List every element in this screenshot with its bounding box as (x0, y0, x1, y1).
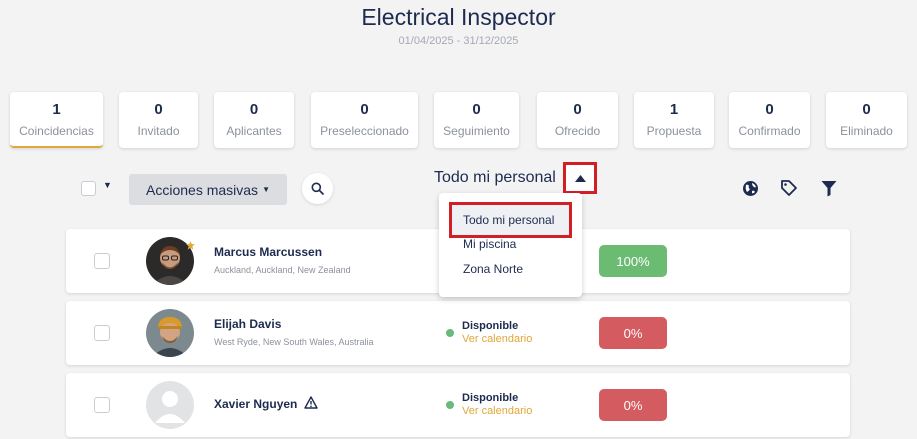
stage-count: 1 (669, 101, 679, 118)
filter-button[interactable] (819, 178, 839, 198)
filter-icon (821, 180, 837, 196)
stage-label: Confirmado (738, 124, 801, 138)
stage-label: Ofrecido (554, 124, 601, 138)
candidate-card[interactable]: Xavier Nguyen Disponible Ver calendario … (66, 373, 850, 437)
stage-label: Coincidencias (19, 124, 94, 138)
search-icon (311, 182, 324, 195)
stage-count: 0 (249, 101, 259, 118)
stage-label: Invitado (137, 124, 180, 138)
globe-button[interactable] (740, 178, 760, 198)
stage-count: 0 (360, 101, 369, 118)
match-score-badge: 100% (599, 245, 667, 277)
stage-tab-propuesta[interactable]: 1 Propuesta (634, 92, 714, 148)
date-range: 01/04/2025 - 31/12/2025 (398, 35, 519, 47)
candidate-checkbox[interactable] (94, 325, 110, 341)
match-score-badge: 0% (599, 389, 667, 421)
candidate-checkbox[interactable] (94, 253, 110, 269)
staff-filter-toggle[interactable] (563, 162, 597, 194)
stage-count: 0 (765, 101, 774, 118)
stage-tab-aplicantes[interactable]: 0 Aplicantes (214, 92, 294, 148)
caret-up-icon (574, 174, 586, 182)
availability-dot-icon (446, 329, 454, 337)
avatar (146, 309, 194, 357)
dropdown-option-mi-piscina[interactable]: Mi piscina (463, 237, 516, 251)
candidate-name[interactable]: Xavier Nguyen (214, 397, 297, 411)
stage-tab-eliminado[interactable]: 0 Eliminado (826, 92, 907, 148)
search-button[interactable] (302, 173, 333, 204)
chevron-down-icon: ▼ (262, 185, 270, 194)
dropdown-option-todo-mi-personal[interactable]: Todo mi personal (449, 202, 572, 238)
candidate-name[interactable]: Elijah Davis (214, 317, 281, 331)
stage-tab-seguimiento[interactable]: 0 Seguimiento (434, 92, 519, 148)
select-all-dropdown-icon[interactable]: ▼ (103, 180, 112, 190)
match-score-badge: 0% (599, 317, 667, 349)
stage-label: Aplicantes (226, 124, 282, 138)
stage-label: Preseleccionado (320, 124, 409, 138)
dropdown-option-zona-norte[interactable]: Zona Norte (463, 262, 523, 276)
favorite-star-icon (186, 237, 195, 255)
avatar-placeholder (146, 381, 194, 429)
availability-status: Disponible (462, 392, 519, 404)
warning-icon (304, 396, 318, 414)
candidate-checkbox[interactable] (94, 397, 110, 413)
candidate-card[interactable]: Elijah Davis West Ryde, New South Wales,… (66, 301, 850, 365)
view-calendar-link[interactable]: Ver calendario (462, 405, 532, 417)
globe-icon (742, 180, 758, 196)
stage-count: 0 (862, 101, 871, 118)
stage-tab-invitado[interactable]: 0 Invitado (119, 92, 198, 148)
stage-label: Seguimiento (443, 124, 510, 138)
stage-label: Propuesta (646, 124, 702, 138)
staff-filter-dropdown: Todo mi personal Mi piscina Zona Norte (439, 193, 582, 297)
page-title: Electrical Inspector (361, 4, 556, 30)
tag-icon (781, 180, 797, 196)
stage-tab-preseleccionado[interactable]: 0 Preseleccionado (311, 92, 418, 148)
candidate-location: West Ryde, New South Wales, Australia (214, 337, 374, 347)
stage-tab-coincidencias[interactable]: 1 Coincidencias (10, 92, 103, 148)
tag-button[interactable] (779, 178, 799, 198)
stage-count: 0 (472, 101, 481, 118)
select-all-checkbox[interactable] (81, 181, 96, 196)
stage-count: 0 (154, 101, 163, 118)
candidate-location: Auckland, Auckland, New Zealand (214, 265, 351, 275)
stage-label: Eliminado (840, 124, 893, 138)
staff-filter-label[interactable]: Todo mi personal (434, 169, 556, 187)
bulk-actions-button[interactable]: Acciones masivas ▼ (129, 174, 287, 205)
stage-tab-confirmado[interactable]: 0 Confirmado (729, 92, 810, 148)
stage-tab-ofrecido[interactable]: 0 Ofrecido (537, 92, 618, 148)
bulk-actions-label: Acciones masivas (146, 181, 259, 198)
candidate-name[interactable]: Marcus Marcussen (214, 245, 322, 259)
stage-count: 1 (52, 101, 61, 118)
availability-dot-icon (446, 401, 454, 409)
view-calendar-link[interactable]: Ver calendario (462, 333, 532, 345)
stage-count: 0 (573, 101, 582, 118)
availability-status: Disponible (462, 320, 519, 332)
